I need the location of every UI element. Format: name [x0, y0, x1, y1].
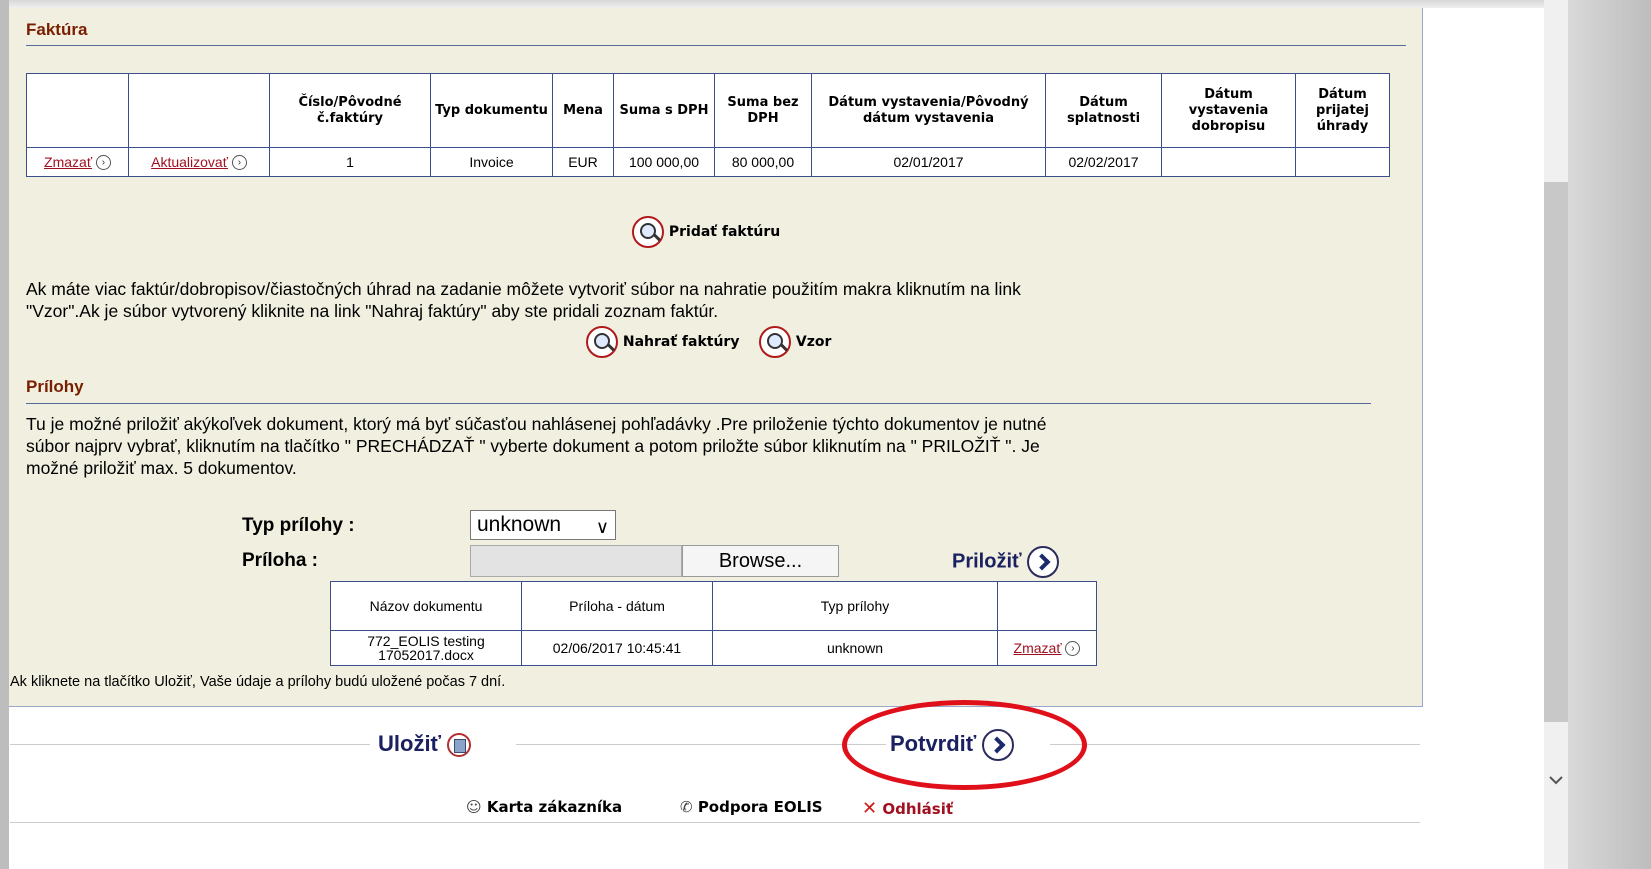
header-cell — [128, 73, 270, 148]
attachments-info-line-2: súbor najprv vybrať, kliknutím na tlačít… — [26, 436, 1040, 456]
attach-label: Priložiť — [952, 550, 1022, 573]
upload-invoices-button[interactable]: Nahrať faktúry — [586, 326, 739, 358]
attachments-table-header: Názov dokumentu Príloha - dátum Typ príl… — [330, 581, 1097, 631]
header-cell — [997, 581, 1097, 631]
invoice-number: 1 — [269, 147, 431, 177]
header-cell: Dátum prijatej úhrady — [1295, 73, 1390, 148]
invoice-issue-date: 02/01/2017 — [811, 147, 1046, 177]
delete-attachment-link[interactable]: Zmazať — [1014, 640, 1062, 656]
logout-label: Odhlásiť — [882, 800, 953, 818]
invoice-sum-no-vat: 80 000,00 — [714, 147, 812, 177]
add-invoice-label: Pridať faktúru — [668, 224, 781, 240]
save-retention-note: Ak kliknete na tlačítko Uložiť, Vaše úda… — [10, 674, 506, 690]
header-cell: Názov dokumentu — [330, 581, 522, 631]
window-left-edge — [0, 0, 9, 869]
invoice-table-header: Číslo/Pôvodné č.faktúry Typ dokumentu Me… — [26, 73, 1390, 148]
invoice-currency: EUR — [552, 147, 614, 177]
attach-button[interactable]: Priložiť — [952, 546, 1060, 578]
customer-card-icon: ☺ — [466, 798, 482, 816]
scrollbar-thumb[interactable] — [1544, 182, 1568, 722]
support-link[interactable]: ✆ Podpora EOLIS — [676, 798, 827, 816]
arrow-right-icon — [1027, 546, 1060, 578]
magnifier-icon — [586, 326, 618, 358]
magnifier-icon — [632, 216, 664, 248]
attachment-type: unknown — [712, 630, 998, 666]
chevron-right-icon[interactable]: › — [1065, 641, 1081, 657]
save-button[interactable]: Uložiť — [378, 731, 472, 758]
attachment-type-select[interactable]: unknown ∨ — [470, 510, 616, 540]
header-cell: Suma s DPH — [613, 73, 715, 148]
header-cell: Typ dokumentu — [430, 73, 553, 148]
attachments-table: Názov dokumentu Príloha - dátum Typ príl… — [330, 581, 1097, 666]
upload-invoices-label: Nahrať faktúry — [622, 334, 740, 350]
highlight-annotation-oval — [842, 700, 1087, 790]
header-cell: Príloha - dátum — [521, 581, 713, 631]
attachment-type-value: unknown — [477, 513, 562, 536]
chevron-right-icon[interactable]: › — [231, 155, 247, 171]
support-label: Podpora EOLIS — [697, 798, 823, 816]
table-row: Zmazať › Aktualizovať › 1 Invoice EUR 10… — [26, 147, 1390, 177]
update-invoice-link[interactable]: Aktualizovať — [151, 154, 228, 170]
update-cell: Aktualizovať › — [128, 147, 270, 177]
header-cell: Dátum splatnosti — [1045, 73, 1162, 148]
file-path-input[interactable] — [470, 545, 682, 577]
invoice-title-rule — [26, 45, 1406, 46]
window-right-gutter — [1568, 0, 1651, 869]
template-label: Vzor — [795, 334, 832, 350]
invoice-doc-type: Invoice — [430, 147, 553, 177]
template-button[interactable]: Vzor — [759, 326, 831, 358]
invoice-section-title: Faktúra — [26, 20, 88, 39]
save-label: Uložiť — [378, 731, 442, 756]
invoice-table: Číslo/Pôvodné č.faktúry Typ dokumentu Me… — [26, 73, 1390, 177]
header-cell: Mena — [552, 73, 614, 148]
attachment-file-label: Príloha : — [242, 550, 319, 571]
table-row: 772_EOLIS testing 17052017.docx 02/06/20… — [330, 630, 1097, 666]
header-cell: Číslo/Pôvodné č.faktúry — [269, 73, 431, 148]
magnifier-icon — [759, 326, 791, 358]
attachments-section-title: Prílohy — [26, 377, 84, 396]
logout-link[interactable]: ✕ Odhlásiť — [858, 798, 957, 819]
invoice-sum-vat: 100 000,00 — [613, 147, 715, 177]
chevron-down-icon: ∨ — [595, 517, 609, 537]
footer-divider — [10, 822, 1420, 823]
attachment-name-line-1: 772_EOLIS testing — [367, 633, 485, 649]
phone-icon: ✆ — [680, 798, 693, 816]
window-top-strip — [0, 0, 1651, 8]
header-cell: Dátum vystavenia dobropisu — [1161, 73, 1296, 148]
chevron-right-icon[interactable]: › — [95, 155, 111, 171]
attachment-name-line-2: 17052017.docx — [378, 647, 474, 663]
divider — [10, 744, 370, 745]
attachments-info-line-3: možné priložiť max. 5 dokumentov. — [26, 458, 297, 478]
invoice-info-line-2: "Vzor".Ak je súbor vytvorený kliknite na… — [26, 301, 719, 321]
header-cell: Dátum vystavenia/Pôvodný dátum vystaveni… — [811, 73, 1046, 148]
add-invoice-button[interactable]: Pridať faktúru — [632, 216, 780, 248]
floppy-disk-icon — [447, 733, 472, 758]
scroll-down-icon[interactable] — [1546, 770, 1566, 790]
attachments-info-line-1: Tu je možné priložiť akýkoľvek dokument,… — [26, 414, 1047, 434]
attachment-type-label: Typ prílohy : — [242, 515, 355, 536]
header-cell: Typ prílohy — [712, 581, 998, 631]
header-cell: Suma bez DPH — [714, 73, 812, 148]
invoice-info-line-1: Ak máte viac faktúr/dobropisov/čiastočný… — [26, 279, 1021, 299]
divider — [1050, 744, 1420, 745]
close-icon: ✕ — [862, 798, 878, 819]
attachment-delete-cell: Zmazať › — [997, 630, 1097, 666]
delete-cell: Zmazať › — [26, 147, 129, 177]
divider — [516, 744, 886, 745]
invoice-due-date: 02/02/2017 — [1045, 147, 1162, 177]
customer-card-link[interactable]: ☺ Karta zákazníka — [462, 798, 627, 816]
invoice-payment-date — [1295, 147, 1390, 177]
header-cell — [26, 73, 129, 148]
attachment-name-cell: 772_EOLIS testing 17052017.docx — [330, 630, 522, 666]
attachments-title-rule — [26, 403, 1371, 404]
invoice-credit-date — [1161, 147, 1296, 177]
customer-card-label: Karta zákazníka — [486, 798, 623, 816]
delete-invoice-link[interactable]: Zmazať — [44, 154, 92, 170]
browse-button[interactable]: Browse... — [682, 545, 839, 577]
attachment-date: 02/06/2017 10:45:41 — [521, 630, 713, 666]
